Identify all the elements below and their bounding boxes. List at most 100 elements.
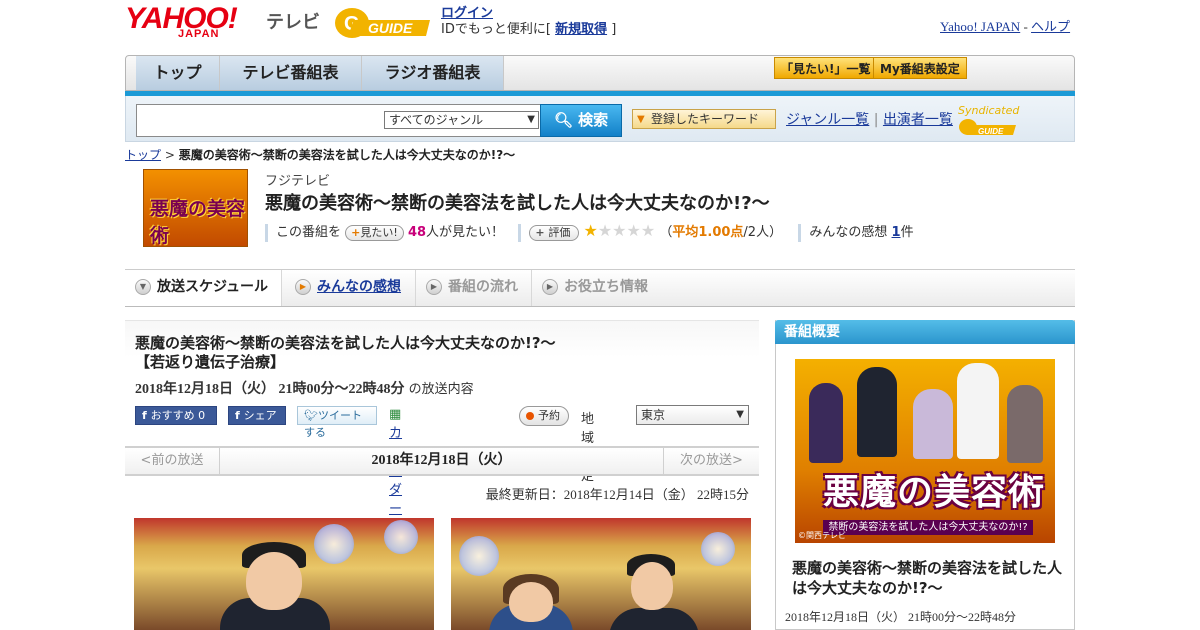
breadcrumb-top[interactable]: トップ xyxy=(125,148,161,162)
episode-title-line1: 悪魔の美容術～禁断の美容法を試した人は今大丈夫なのか!?～ xyxy=(135,334,556,352)
overview-header: 番組概要 xyxy=(775,320,1075,344)
want-list-button[interactable]: 「見たい!」一覧 xyxy=(774,57,878,79)
facebook-share-button[interactable]: f シェア xyxy=(228,406,286,425)
poster-logo: 悪魔の美容術 xyxy=(823,472,1046,513)
facebook-recommend-button[interactable]: f おすすめ 0 xyxy=(135,406,217,425)
rating-stars: ★★★★★ xyxy=(583,221,655,240)
help-link[interactable]: ヘルプ xyxy=(1031,19,1070,34)
cast-figure xyxy=(913,389,953,459)
play-arrow-icon: ▶ xyxy=(295,279,311,295)
episode-photo xyxy=(451,518,751,630)
reserve-button[interactable]: 予約 xyxy=(519,406,569,426)
star-empty-icon: ★ xyxy=(640,221,656,240)
login-link[interactable]: ログイン xyxy=(441,6,493,21)
station-name: フジテレビ xyxy=(265,174,331,189)
login-note: IDでもっと便利に[ xyxy=(441,22,551,37)
want-button-label: 見たい! xyxy=(360,225,398,239)
syndicated-label: Syndicated xyxy=(958,104,1020,117)
cast-figure xyxy=(857,367,897,457)
tab-label: 番組の流れ xyxy=(448,279,518,295)
region-select-value: 東京 xyxy=(641,408,666,422)
program-thumbnail: 悪魔の美容術 xyxy=(143,169,248,247)
genre-select[interactable]: すべてのジャンル ▼ xyxy=(384,111,539,129)
program-poster: 悪魔の美容術 禁断の美容法を試した人は今大丈夫なのか!? ©関西テレビ xyxy=(795,359,1055,543)
gguide-small-logo-icon: GUIDE xyxy=(959,119,1016,136)
want-count: 48 xyxy=(407,225,427,240)
tab-label: 放送スケジュール xyxy=(157,279,269,295)
star-filled-icon: ★ xyxy=(583,221,598,240)
prev-broadcast-link[interactable]: <前の放送 xyxy=(125,448,220,474)
login-area: ログイン IDでもっと便利に[ 新規取得 ] xyxy=(441,6,616,38)
this-program-label: この番組を xyxy=(276,225,342,240)
cast-figure xyxy=(1007,385,1043,463)
nav-tab-radio-schedule[interactable]: ラジオ番組表 xyxy=(362,56,504,90)
episode-datetime-suffix: の放送内容 xyxy=(408,382,474,397)
episode-section: 悪魔の美容術～禁断の美容法を試した人は今大丈夫なのか!?～ 【若返り遺伝子治療】… xyxy=(125,320,759,630)
login-note-end: ] xyxy=(611,22,617,37)
svg-text:GUIDE: GUIDE xyxy=(368,20,413,36)
gguide-logo-icon: G GUIDE xyxy=(335,8,430,38)
avg-prefix: （ xyxy=(659,225,673,240)
tab-broadcast-schedule[interactable]: ▼ 放送スケジュール xyxy=(125,270,282,306)
overview-date: 2018年12月18日（火） 21時00分～22時48分 xyxy=(785,610,1017,624)
gguide-logo[interactable]: G GUIDE xyxy=(334,6,432,40)
plus-icon: + xyxy=(535,225,549,239)
main-navbar: トップ テレビ番組表 ラジオ番組表 「見たい!」一覧 My番組表設定 xyxy=(125,55,1075,91)
link-divider: | xyxy=(873,112,879,128)
yahoo-japan-logo-sub: JAPAN xyxy=(178,28,220,40)
episode-box: 悪魔の美容術～禁断の美容法を試した人は今大丈夫なのか!?～ 【若返り遺伝子治療】… xyxy=(125,320,759,574)
facebook-recommend-label: おすすめ 0 xyxy=(150,409,206,422)
want-button[interactable]: +見たい! xyxy=(345,224,404,241)
header-links: Yahoo! JAPAN - ヘルプ xyxy=(940,16,1070,35)
calendar-icon: ▦ xyxy=(389,407,402,422)
tab-impressions[interactable]: ▶ みんなの感想 xyxy=(285,270,416,306)
header-sep: - xyxy=(1023,19,1028,34)
genre-list-link[interactable]: ジャンル一覧 xyxy=(786,112,869,128)
dropdown-arrow-icon: ▼ xyxy=(736,409,744,420)
facebook-share-label: シェア xyxy=(243,409,277,422)
keyword-button-label: 登録したキーワード xyxy=(651,112,760,126)
nav-tab-top[interactable]: トップ xyxy=(136,56,220,90)
twitter-bird-icon: 🐦︎ xyxy=(304,409,318,422)
play-arrow-icon: ▶ xyxy=(542,279,558,295)
tab-program-flow[interactable]: ▶ 番組の流れ xyxy=(416,270,532,306)
search-button[interactable]: 🔍︎ 検索 xyxy=(540,104,622,137)
search-icon: 🔍︎ xyxy=(553,111,573,129)
tab-label: お役立ち情報 xyxy=(564,279,648,295)
meta-divider xyxy=(518,223,522,242)
nav-tab-tv-schedule[interactable]: テレビ番組表 xyxy=(220,56,362,90)
genre-select-value: すべてのジャンル xyxy=(389,113,484,127)
facebook-icon: f xyxy=(142,409,151,422)
tweet-button[interactable]: 🐦︎ツイートする xyxy=(297,406,377,439)
date-navigation: <前の放送 2018年12月18日（火） 次の放送> xyxy=(125,446,759,476)
next-broadcast-link[interactable]: 次の放送> xyxy=(663,448,759,474)
dropdown-arrow-icon: ▼ xyxy=(527,114,535,125)
cast-list-link[interactable]: 出演者一覧 xyxy=(883,112,953,128)
tab-useful-info[interactable]: ▶ お役立ち情報 xyxy=(532,270,662,306)
last-updated: 最終更新日：2018年12月14日（金） 22時15分 xyxy=(485,487,749,502)
episode-title: 悪魔の美容術～禁断の美容法を試した人は今大丈夫なのか!?～ 【若返り遺伝子治療】 xyxy=(135,334,556,372)
impressions-unit: 件 xyxy=(900,225,914,240)
region-select[interactable]: 東京 ▼ xyxy=(636,405,749,425)
poster-subtitle: 禁断の美容法を試した人は今大丈夫なのか!? xyxy=(823,520,1033,535)
impressions-count-link[interactable]: 1 xyxy=(892,225,901,240)
meta-divider xyxy=(265,223,268,242)
decoration xyxy=(314,524,354,564)
register-link[interactable]: 新規取得 xyxy=(555,22,607,37)
poster-credit: ©関西テレビ xyxy=(798,531,846,540)
person-face xyxy=(246,552,302,610)
yahoo-japan-link[interactable]: Yahoo! JAPAN xyxy=(940,19,1020,34)
decoration xyxy=(384,520,418,554)
thumbnail-title: 悪魔の美容術 xyxy=(150,198,246,247)
breadcrumb: トップ > 悪魔の美容術～禁断の美容法を試した人は今大丈夫なのか!?～ xyxy=(125,146,515,163)
keyword-button[interactable]: ▼ 登録したキーワード xyxy=(632,109,776,129)
play-arrow-icon: ▶ xyxy=(426,279,442,295)
star-empty-icon: ★ xyxy=(612,221,627,240)
rate-button[interactable]: + 評価 xyxy=(529,224,580,241)
avg-score: 平均1.00点 xyxy=(672,225,744,240)
rate-button-label: 評価 xyxy=(548,225,571,239)
overview-title: 悪魔の美容術～禁断の美容法を試した人は今大丈夫なのか!?～ xyxy=(792,559,1063,597)
my-schedule-button[interactable]: My番組表設定 xyxy=(873,57,967,79)
service-name[interactable]: テレビ xyxy=(266,8,320,34)
breadcrumb-current: 悪魔の美容術～禁断の美容法を試した人は今大丈夫なのか!?～ xyxy=(178,148,516,162)
